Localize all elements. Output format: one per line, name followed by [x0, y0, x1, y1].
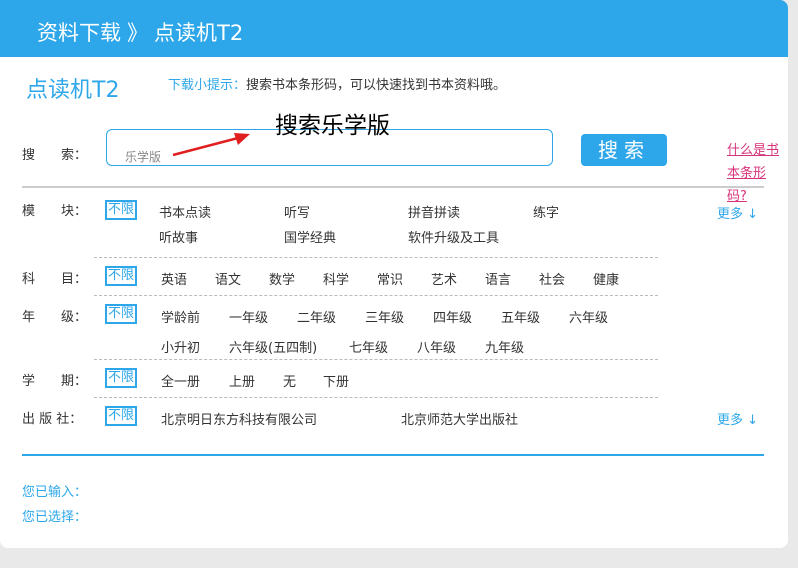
- page-title: 点读机T2: [26, 78, 120, 103]
- download-tip: 下载小提示：搜索书本条形码，可以快速找到书本资料哦。: [168, 74, 506, 93]
- page-header: 资料下载》点读机T2: [0, 0, 788, 57]
- grade-option[interactable]: 八年级: [417, 337, 456, 356]
- grade-option[interactable]: 九年级: [485, 337, 524, 356]
- search-button[interactable]: 搜索: [581, 134, 667, 166]
- subject-unlimited[interactable]: 不限: [105, 266, 137, 286]
- publisher-label: 出 版 社：: [22, 412, 83, 427]
- grade-option[interactable]: 二年级: [297, 307, 336, 326]
- publisher-more-button[interactable]: 更多 ↓: [717, 409, 758, 428]
- publisher-unlimited[interactable]: 不限: [105, 406, 137, 426]
- module-option[interactable]: 国学经典: [284, 227, 336, 246]
- grade-option[interactable]: 小升初: [161, 337, 200, 356]
- subject-option[interactable]: 语文: [215, 269, 241, 288]
- module-unlimited[interactable]: 不限: [105, 200, 137, 220]
- breadcrumb-separator: 》: [127, 21, 148, 45]
- grade-option[interactable]: 四年级: [433, 307, 472, 326]
- term-unlimited[interactable]: 不限: [105, 368, 137, 388]
- selected-label: 您已选择：: [22, 510, 88, 525]
- grade-unlimited[interactable]: 不限: [105, 304, 137, 324]
- term-option[interactable]: 全一册: [161, 371, 200, 390]
- publisher-option[interactable]: 北京师范大学出版社: [401, 409, 518, 428]
- row-divider: [94, 295, 658, 296]
- row-divider: [94, 397, 658, 398]
- term-option[interactable]: 无: [283, 371, 296, 390]
- subject-option[interactable]: 常识: [377, 269, 403, 288]
- search-annotation: 搜索乐学版: [275, 113, 390, 139]
- grade-option[interactable]: 七年级: [349, 337, 388, 356]
- grade-option[interactable]: 一年级: [229, 307, 268, 326]
- grade-label: 年 级：: [22, 310, 88, 325]
- filter-divider: [22, 454, 764, 456]
- subject-option[interactable]: 数学: [269, 269, 295, 288]
- entered-label: 您已输入：: [22, 485, 88, 500]
- module-option[interactable]: 听故事: [159, 227, 198, 246]
- tip-label: 下载小提示：: [168, 78, 247, 93]
- subject-option[interactable]: 科学: [323, 269, 349, 288]
- annotation-arrow-icon: [172, 133, 250, 157]
- module-option[interactable]: 练字: [533, 202, 559, 221]
- search-divider: [22, 186, 764, 188]
- what-is-barcode-link[interactable]: 什么是书本条形码?: [727, 139, 785, 208]
- module-option[interactable]: 软件升级及工具: [408, 227, 499, 246]
- breadcrumb-section[interactable]: 资料下载: [37, 21, 121, 45]
- subject-option[interactable]: 英语: [161, 269, 187, 288]
- row-divider: [94, 359, 658, 360]
- module-option[interactable]: 书本点读: [159, 202, 211, 221]
- row-divider: [94, 257, 658, 258]
- term-option[interactable]: 下册: [323, 371, 349, 390]
- main-panel: 资料下载》点读机T2 点读机T2 下载小提示：搜索书本条形码，可以快速找到书本资…: [0, 0, 788, 548]
- grade-option[interactable]: 三年级: [365, 307, 404, 326]
- subject-option[interactable]: 社会: [539, 269, 565, 288]
- grade-option[interactable]: 六年级: [569, 307, 608, 326]
- module-option[interactable]: 拼音拼读: [408, 202, 460, 221]
- grade-option[interactable]: 六年级(五四制): [229, 337, 317, 356]
- term-label: 学 期：: [22, 374, 88, 389]
- publisher-option[interactable]: 北京明日东方科技有限公司: [161, 409, 317, 428]
- search-input-value: 乐学版: [125, 150, 162, 164]
- subject-label: 科 目：: [22, 272, 88, 287]
- grade-option[interactable]: 学龄前: [161, 307, 200, 326]
- term-option[interactable]: 上册: [229, 371, 255, 390]
- module-more-button[interactable]: 更多 ↓: [717, 203, 758, 222]
- subject-option[interactable]: 语言: [485, 269, 511, 288]
- subject-option[interactable]: 健康: [593, 269, 619, 288]
- breadcrumb-current: 点读机T2: [154, 21, 244, 45]
- grade-option[interactable]: 五年级: [501, 307, 540, 326]
- module-option[interactable]: 听写: [284, 202, 310, 221]
- search-label: 搜 索：: [22, 148, 88, 163]
- module-label: 模 块：: [22, 204, 88, 219]
- subject-option[interactable]: 艺术: [431, 269, 457, 288]
- tip-text: 搜索书本条形码，可以快速找到书本资料哦。: [246, 78, 507, 93]
